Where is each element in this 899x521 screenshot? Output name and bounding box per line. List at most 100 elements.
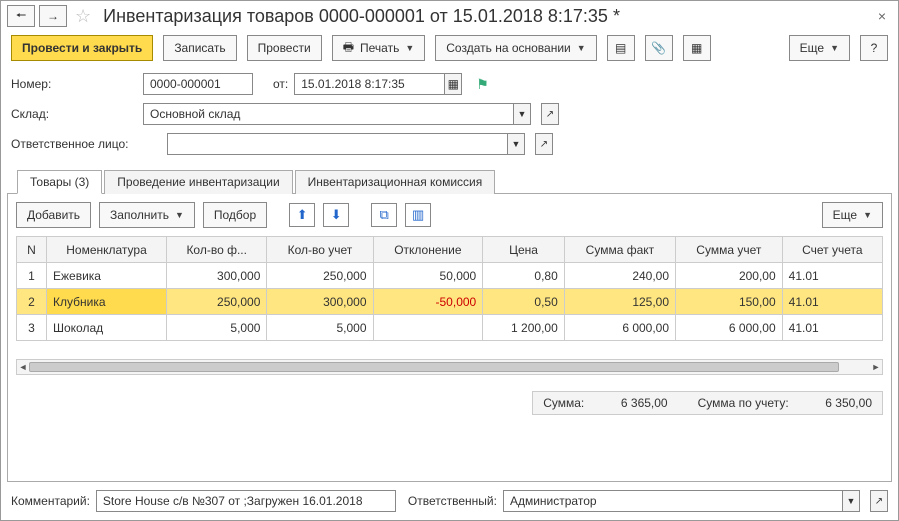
status-flag-icon[interactable]: ⚑ [476,76,489,93]
cell-account[interactable]: 41.01 [782,315,882,341]
col-sum-acc[interactable]: Сумма учет [676,237,783,263]
cell-qty-acc[interactable]: 300,000 [267,289,373,315]
chevron-down-icon: ▼ [863,210,872,220]
table-more-label: Еще [833,208,857,222]
warehouse-label: Склад: [11,107,59,121]
total-sum-value: 6 365,00 [588,396,668,410]
more-label: Еще [800,41,824,55]
warehouse-dropdown-icon[interactable]: ▼ [513,103,531,125]
scroll-thumb[interactable] [29,362,839,372]
move-up-button[interactable]: ⬆ [289,203,315,227]
close-icon[interactable]: × [872,8,892,24]
cell-sum-fact[interactable]: 6 000,00 [564,315,675,341]
calendar-icon[interactable]: ▦ [444,73,462,95]
print-icon: 🖶 [343,38,354,59]
table-row[interactable]: 2Клубника250,000300,000-50,0000,50125,00… [17,289,883,315]
chevron-down-icon: ▼ [577,43,586,53]
cell-n[interactable]: 1 [17,263,47,289]
help-button[interactable]: ? [860,35,888,61]
cell-qty-acc[interactable]: 250,000 [267,263,373,289]
cell-qty-fact[interactable]: 250,000 [167,289,267,315]
print-button[interactable]: 🖶 Печать ▼ [332,35,426,61]
date-field[interactable]: 15.01.2018 8:17:35 [294,73,444,95]
responsible-person-label: Ответственное лицо: [11,137,161,151]
save-button[interactable]: Записать [163,35,236,61]
cell-sum-acc[interactable]: 200,00 [676,263,783,289]
col-nomenclature[interactable]: Номенклатура [47,237,167,263]
attachment-icon-button[interactable]: 📎 [645,35,673,61]
list-icon-button[interactable]: ▦ [683,35,711,61]
responsible-open-icon[interactable]: ↗ [535,133,553,155]
total-sum-label: Сумма: [543,396,584,410]
paste-button[interactable]: ▥ [405,203,431,227]
responsible-dropdown-icon[interactable]: ▼ [507,133,525,155]
cell-qty-fact[interactable]: 300,000 [167,263,267,289]
post-and-close-button[interactable]: Провести и закрыть [11,35,153,61]
scroll-left-icon[interactable]: ◄ [17,360,29,374]
fill-label: Заполнить [110,208,169,222]
col-deviation[interactable]: Отклонение [373,237,483,263]
cell-deviation[interactable] [373,315,483,341]
number-field[interactable]: 0000-000001 [143,73,253,95]
cell-sum-fact[interactable]: 240,00 [564,263,675,289]
fill-button[interactable]: Заполнить ▼ [99,202,195,228]
pick-button[interactable]: Подбор [203,202,267,228]
col-qty-acc[interactable]: Кол-во учет [267,237,373,263]
col-sum-fact[interactable]: Сумма факт [564,237,675,263]
chevron-down-icon: ▼ [405,43,414,53]
report-icon-button[interactable]: ▤ [607,35,635,61]
warehouse-open-icon[interactable]: ↗ [541,103,559,125]
nav-forward-button[interactable]: → [39,5,67,27]
tab-commission[interactable]: Инвентаризационная комиссия [295,170,496,194]
nav-back-button[interactable]: 🠔 [7,5,35,27]
cell-n[interactable]: 3 [17,315,47,341]
total-sumacc-label: Сумма по учету: [698,396,789,410]
warehouse-field[interactable]: Основной склад [143,103,513,125]
comment-field[interactable]: Store House с/в №307 от ;Загружен 16.01.… [96,490,396,512]
copy-button[interactable]: ⧉ [371,203,397,227]
footer-responsible-dropdown-icon[interactable]: ▼ [842,490,860,512]
cell-sum-acc[interactable]: 6 000,00 [676,315,783,341]
chevron-down-icon: ▼ [175,210,184,220]
col-price[interactable]: Цена [483,237,565,263]
cell-qty-acc[interactable]: 5,000 [267,315,373,341]
scroll-right-icon[interactable]: ► [870,360,882,374]
col-qty-fact[interactable]: Кол-во ф... [167,237,267,263]
horizontal-scrollbar[interactable]: ◄ ► [16,359,883,375]
add-row-button[interactable]: Добавить [16,202,91,228]
more-button[interactable]: Еще ▼ [789,35,850,61]
goods-table[interactable]: N Номенклатура Кол-во ф... Кол-во учет О… [16,236,883,341]
col-n[interactable]: N [17,237,47,263]
tab-goods[interactable]: Товары (3) [17,170,102,194]
cell-price[interactable]: 0,80 [483,263,565,289]
table-more-button[interactable]: Еще ▼ [822,202,883,228]
cell-account[interactable]: 41.01 [782,263,882,289]
responsible-person-field[interactable] [167,133,507,155]
cell-sum-fact[interactable]: 125,00 [564,289,675,315]
cell-sum-acc[interactable]: 150,00 [676,289,783,315]
footer-responsible-open-icon[interactable]: ↗ [870,490,888,512]
col-account[interactable]: Счет учета [782,237,882,263]
tab-inventory-process[interactable]: Проведение инвентаризации [104,170,292,194]
cell-qty-fact[interactable]: 5,000 [167,315,267,341]
table-row[interactable]: 1Ежевика300,000250,00050,0000,80240,0020… [17,263,883,289]
move-down-button[interactable]: ⬇ [323,203,349,227]
create-based-button[interactable]: Создать на основании ▼ [435,35,596,61]
cell-nomenclature[interactable]: Клубника [47,289,167,315]
cell-account[interactable]: 41.01 [782,289,882,315]
window-title: Инвентаризация товаров 0000-000001 от 15… [103,6,868,27]
cell-nomenclature[interactable]: Ежевика [47,263,167,289]
cell-nomenclature[interactable]: Шоколад [47,315,167,341]
cell-n[interactable]: 2 [17,289,47,315]
comment-label: Комментарий: [11,494,90,508]
cell-price[interactable]: 0,50 [483,289,565,315]
cell-deviation[interactable]: -50,000 [373,289,483,315]
post-button[interactable]: Провести [247,35,322,61]
table-row[interactable]: 3Шоколад5,0005,0001 200,006 000,006 000,… [17,315,883,341]
favorite-star-icon[interactable]: ☆ [75,6,91,27]
totals-box: Сумма: 6 365,00 Сумма по учету: 6 350,00 [532,391,883,415]
print-label: Печать [360,41,399,55]
cell-deviation[interactable]: 50,000 [373,263,483,289]
cell-price[interactable]: 1 200,00 [483,315,565,341]
footer-responsible-field[interactable]: Администратор [503,490,842,512]
